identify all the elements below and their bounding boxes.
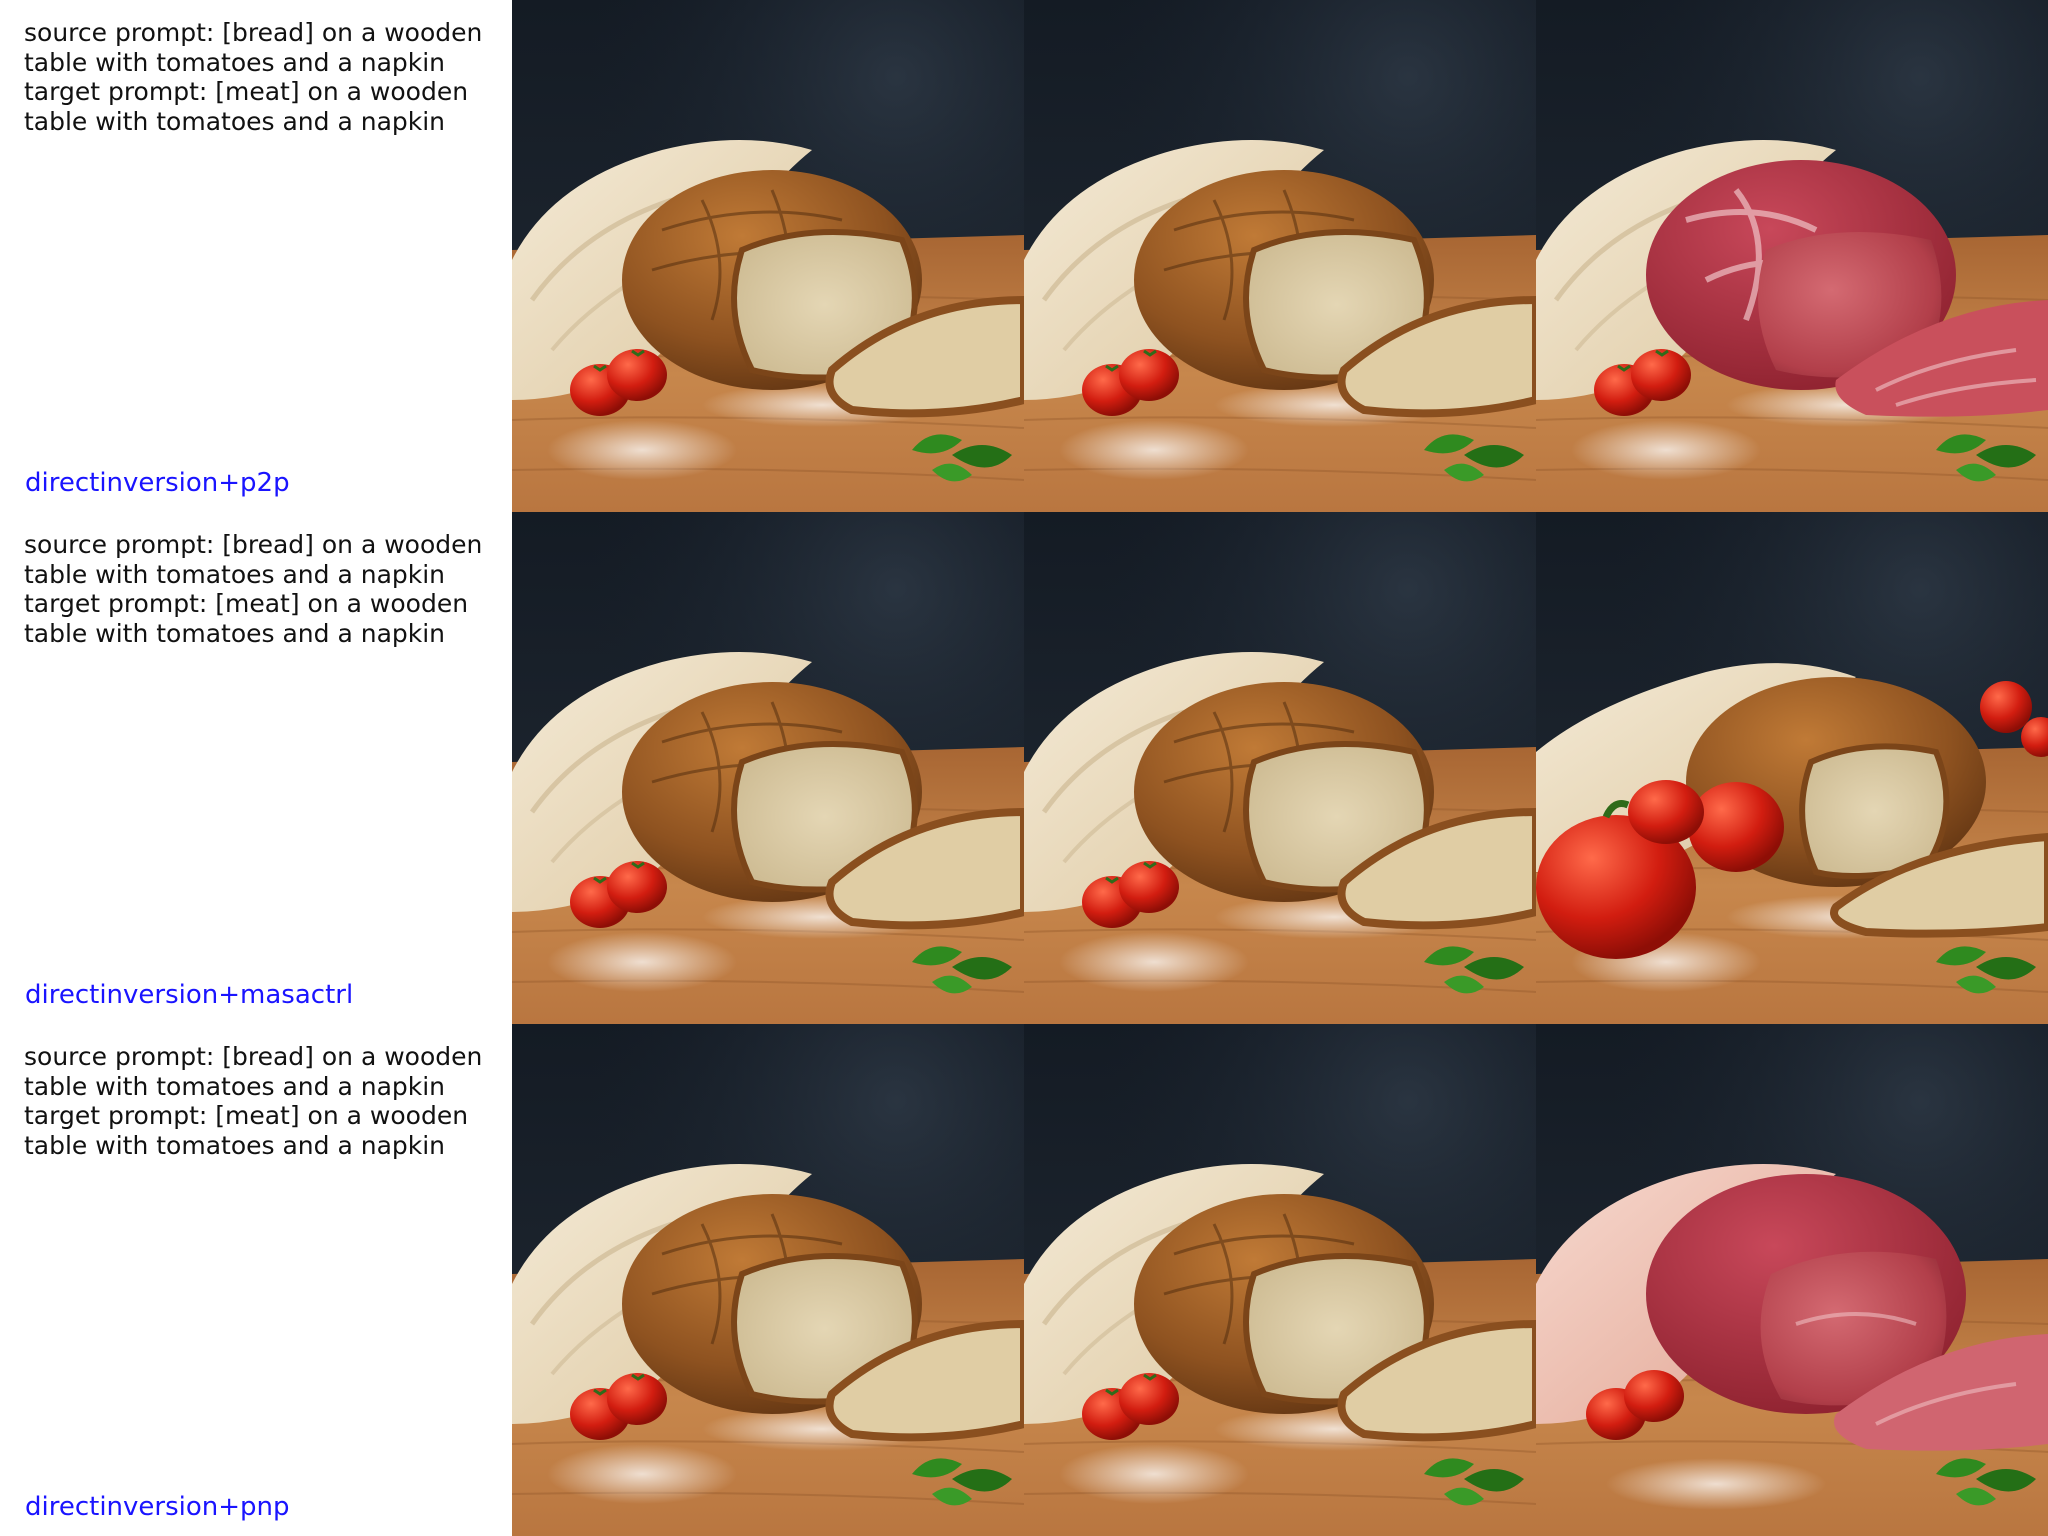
edited-image — [1536, 0, 2048, 512]
source-image — [512, 512, 1024, 1024]
row-label-panel: source prompt: [bread] on a wooden table… — [0, 1024, 512, 1536]
edited-image — [1536, 1024, 2048, 1536]
prompt-text: source prompt: [bread] on a wooden table… — [24, 18, 483, 136]
edited-image — [1536, 512, 2048, 1024]
source-image — [512, 0, 1024, 512]
method-label: directinversion+p2p — [25, 468, 290, 498]
reconstructed-image — [1024, 0, 1536, 512]
comparison-row-3: source prompt: [bread] on a wooden table… — [0, 1024, 2048, 1536]
prompt-text: source prompt: [bread] on a wooden table… — [24, 1042, 483, 1160]
method-label: directinversion+masactrl — [25, 980, 354, 1010]
comparison-row-2: source prompt: [bread] on a wooden table… — [0, 512, 2048, 1024]
reconstructed-image — [1024, 1024, 1536, 1536]
method-label: directinversion+pnp — [25, 1492, 290, 1522]
source-image — [512, 1024, 1024, 1536]
row-label-panel: source prompt: [bread] on a wooden table… — [0, 0, 512, 512]
row-label-panel: source prompt: [bread] on a wooden table… — [0, 512, 512, 1024]
prompt-text: source prompt: [bread] on a wooden table… — [24, 530, 483, 648]
comparison-row-1: source prompt: [bread] on a wooden table… — [0, 0, 2048, 512]
reconstructed-image — [1024, 512, 1536, 1024]
